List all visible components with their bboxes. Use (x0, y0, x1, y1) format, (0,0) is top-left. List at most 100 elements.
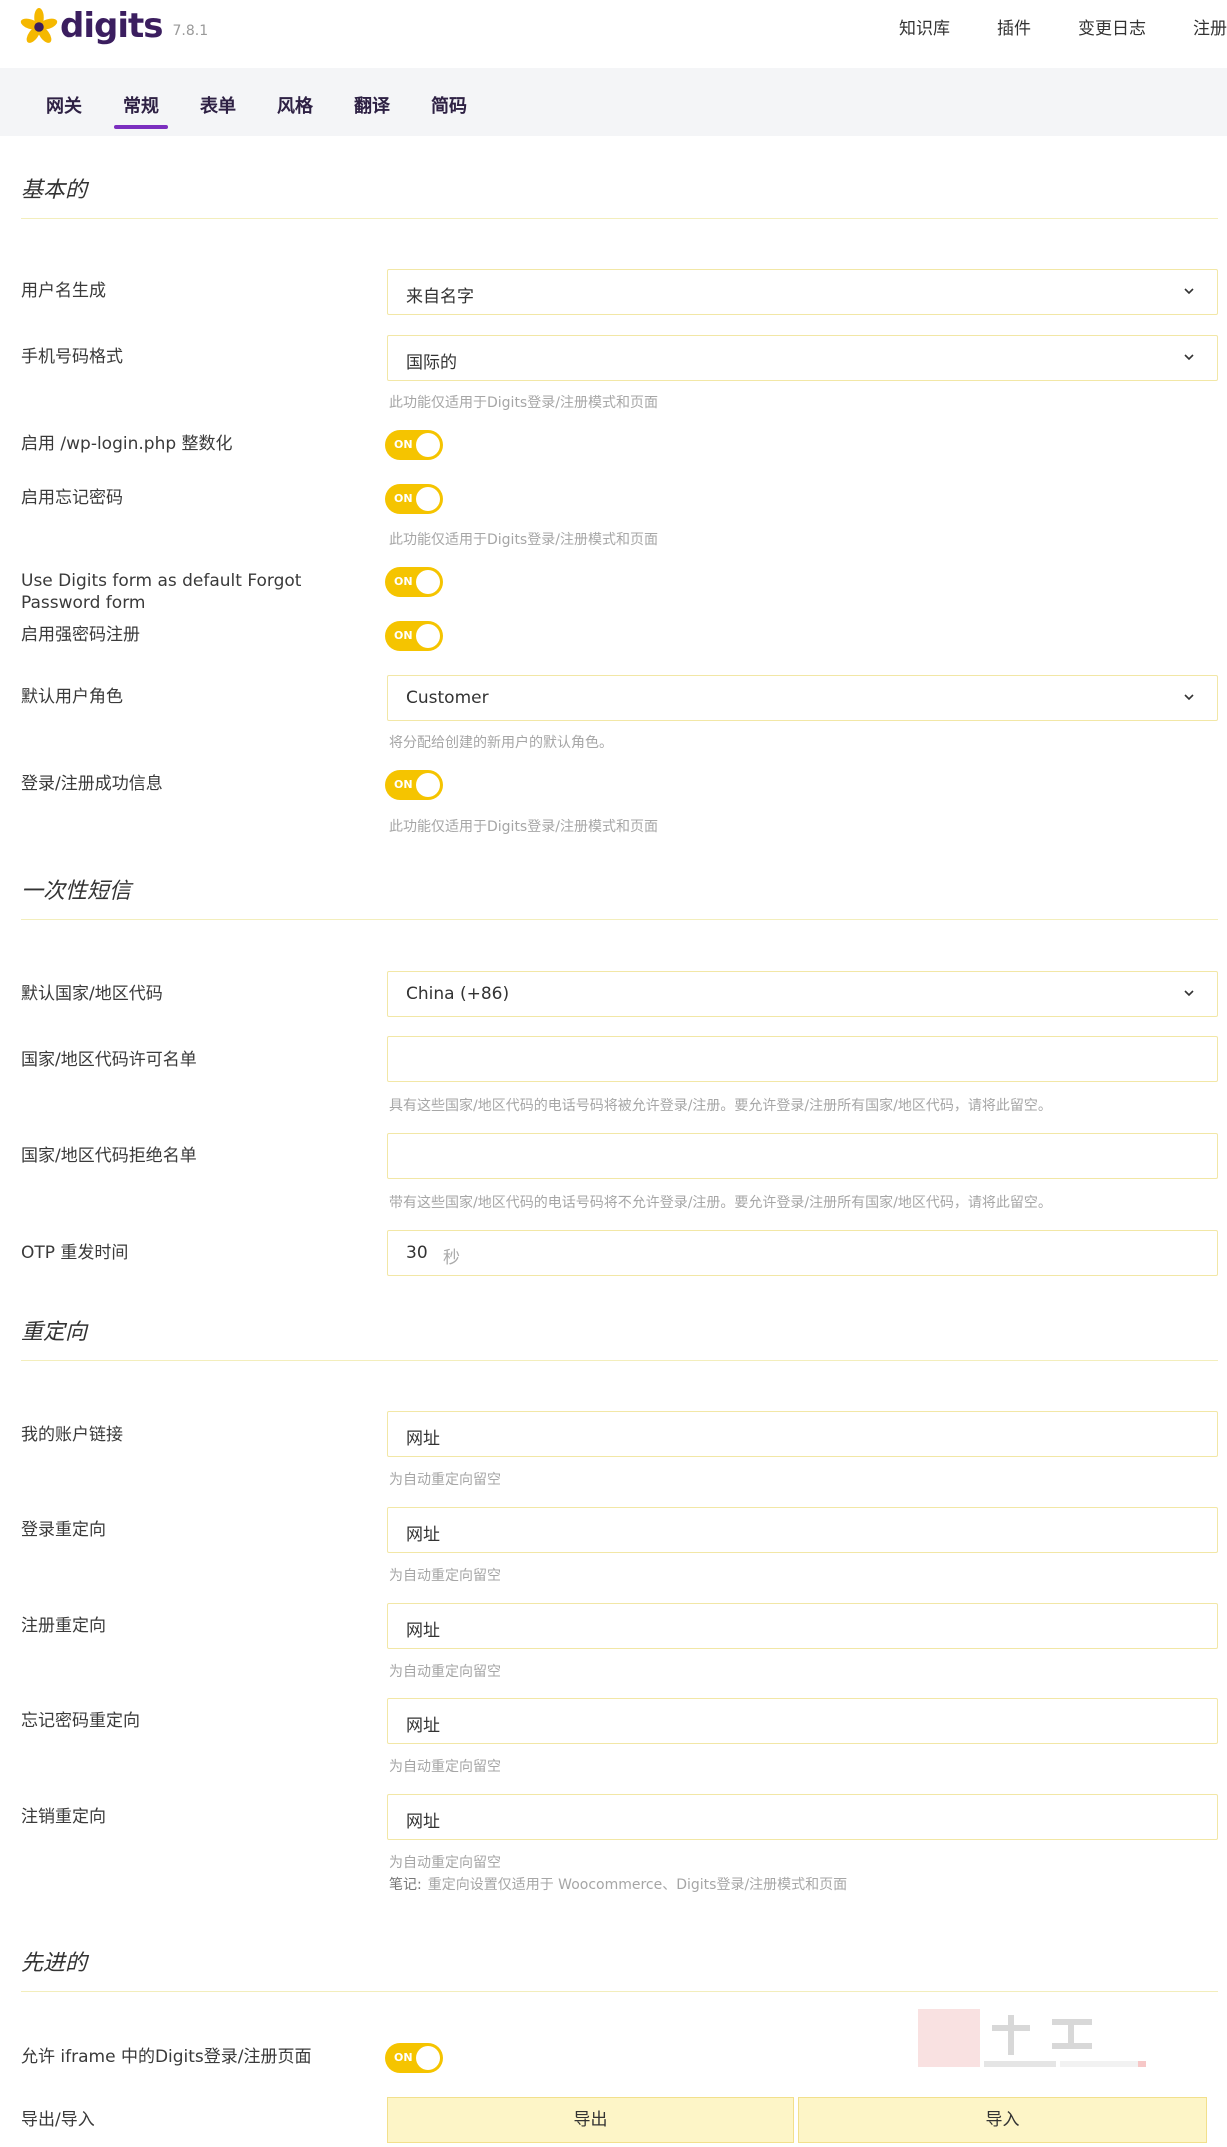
forgot-password-toggle[interactable]: ON (385, 484, 443, 514)
toggle-on-text: ON (394, 492, 413, 505)
register-redirect-hint: 为自动重定向留空 (389, 1664, 501, 1680)
forgot-redirect-input[interactable]: 网址 (387, 1698, 1218, 1744)
success-message-hint: 此功能仅适用于Digits登录/注册模式和页面 (389, 819, 658, 835)
input-placeholder: 网址 (406, 1621, 440, 1641)
register-redirect-label: 注册重定向 (21, 1616, 106, 1636)
seconds-unit: 秒 (443, 1248, 460, 1268)
input-placeholder: 网址 (406, 1429, 440, 1449)
input-value: 30 (406, 1243, 428, 1263)
nav-knowledge-base[interactable]: 知识库 (899, 14, 950, 39)
toggle-knob (416, 773, 440, 797)
forgot-password-hint: 此功能仅适用于Digits登录/注册模式和页面 (389, 532, 658, 548)
star-logo-icon (20, 8, 58, 43)
redirect-note: 笔记: 重定向设置仅适用于 Woocommerce、Digits登录/注册模式和页… (389, 1874, 847, 1894)
chevron-down-icon (1184, 354, 1194, 361)
country-blacklist-input[interactable] (387, 1133, 1218, 1179)
toggle-on-text: ON (394, 629, 413, 642)
my-account-hint: 为自动重定向留空 (389, 1472, 501, 1488)
default-role-hint: 将分配给创建的新用户的默认角色。 (389, 735, 613, 751)
login-redirect-hint: 为自动重定向留空 (389, 1568, 501, 1584)
country-whitelist-input[interactable] (387, 1036, 1218, 1082)
select-value: 来自名字 (406, 287, 474, 307)
strong-password-label: 启用强密码注册 (21, 625, 140, 645)
logo-text: digits (60, 6, 163, 46)
logout-redirect-label: 注销重定向 (21, 1807, 106, 1827)
toggle-knob (416, 2046, 440, 2070)
top-nav: 知识库 插件 变更日志 注册 (899, 14, 1227, 39)
iframe-label: 允许 iframe 中的Digits登录/注册页面 (21, 2047, 312, 2067)
top-header: digits 7.8.1 知识库 插件 变更日志 注册 (0, 0, 1227, 68)
strong-password-toggle[interactable]: ON (385, 621, 443, 651)
version-label: 7.8.1 (172, 23, 209, 39)
tab-translations[interactable]: 翻译 (354, 92, 390, 126)
note-prefix: 笔记: (389, 1877, 422, 1893)
import-button[interactable]: 导入 (798, 2097, 1207, 2143)
toggle-knob (416, 433, 440, 457)
country-whitelist-label: 国家/地区代码许可名单 (21, 1050, 197, 1070)
toggle-knob (416, 624, 440, 648)
tab-style[interactable]: 风格 (277, 92, 313, 126)
default-country-code-select[interactable]: China (+86) (387, 971, 1218, 1017)
tab-shortcodes[interactable]: 简码 (431, 92, 467, 126)
forgot-password-label: 启用忘记密码 (21, 488, 123, 508)
default-role-label: 默认用户角色 (21, 687, 123, 707)
phone-format-hint: 此功能仅适用于Digits登录/注册模式和页面 (389, 395, 658, 411)
otp-resend-label: OTP 重发时间 (21, 1243, 129, 1263)
default-country-code-label: 默认国家/地区代码 (21, 984, 163, 1004)
success-message-toggle[interactable]: ON (385, 770, 443, 800)
input-placeholder: 网址 (406, 1525, 440, 1545)
section-title-redirect: 重定向 (21, 1314, 1218, 1361)
export-button[interactable]: 导出 (387, 2097, 794, 2143)
section-title-otp: 一次性短信 (21, 873, 1218, 920)
input-placeholder: 网址 (406, 1812, 440, 1832)
login-redirect-label: 登录重定向 (21, 1520, 106, 1540)
section-title-advanced: 先进的 (21, 1945, 1218, 1992)
use-digits-forgot-label: Use Digits form as default Forgot Passwo… (21, 571, 302, 613)
wp-login-toggle[interactable]: ON (385, 430, 443, 460)
tab-gateway[interactable]: 网关 (46, 92, 82, 126)
digits-logo[interactable]: digits 7.8.1 (20, 6, 208, 46)
country-whitelist-hint: 具有这些国家/地区代码的电话号码将被允许登录/注册。要允许登录/注册所有国家/地… (389, 1098, 1052, 1114)
phone-format-select[interactable]: 国际的 (387, 335, 1218, 381)
toggle-on-text: ON (394, 778, 413, 791)
chevron-down-icon (1184, 694, 1194, 701)
username-generation-label: 用户名生成 (21, 281, 106, 301)
my-account-url-input[interactable]: 网址 (387, 1411, 1218, 1457)
nav-changelog[interactable]: 变更日志 (1078, 14, 1146, 39)
forgot-redirect-hint: 为自动重定向留空 (389, 1759, 501, 1775)
phone-format-label: 手机号码格式 (21, 347, 123, 367)
settings-tab-bar: 网关 常规 表单 风格 翻译 简码 (0, 68, 1227, 136)
default-role-select[interactable]: Customer (387, 675, 1218, 721)
input-placeholder: 网址 (406, 1716, 440, 1736)
otp-resend-input[interactable]: 30 秒 (387, 1230, 1218, 1276)
logout-redirect-hint: 为自动重定向留空 (389, 1855, 501, 1871)
section-title-basic: 基本的 (21, 172, 1218, 219)
note-text: 重定向设置仅适用于 Woocommerce、Digits登录/注册模式和页面 (427, 1877, 848, 1893)
toggle-on-text: ON (394, 438, 413, 451)
logout-redirect-input[interactable]: 网址 (387, 1794, 1218, 1840)
iframe-toggle[interactable]: ON (385, 2043, 443, 2073)
my-account-link-label: 我的账户链接 (21, 1425, 123, 1445)
register-redirect-input[interactable]: 网址 (387, 1603, 1218, 1649)
watermark-logo (918, 2009, 1146, 2067)
username-generation-select[interactable]: 来自名字 (387, 269, 1218, 315)
chevron-down-icon (1184, 288, 1194, 295)
select-value: 国际的 (406, 353, 457, 373)
success-message-label: 登录/注册成功信息 (21, 774, 163, 794)
wp-login-label: 启用 /wp-login.php 整数化 (21, 434, 233, 454)
select-value: China (+86) (406, 984, 510, 1004)
nav-addons[interactable]: 插件 (997, 14, 1031, 39)
toggle-knob (416, 487, 440, 511)
login-redirect-input[interactable]: 网址 (387, 1507, 1218, 1553)
nav-register[interactable]: 注册 (1193, 14, 1227, 39)
select-value: Customer (406, 688, 489, 708)
export-import-label: 导出/导入 (21, 2110, 95, 2130)
toggle-on-text: ON (394, 575, 413, 588)
chevron-down-icon (1184, 990, 1194, 997)
use-digits-forgot-toggle[interactable]: ON (385, 567, 443, 597)
toggle-on-text: ON (394, 2051, 413, 2064)
tab-forms[interactable]: 表单 (200, 92, 236, 126)
toggle-knob (416, 570, 440, 594)
tab-general[interactable]: 常规 (114, 92, 168, 129)
forgot-redirect-label: 忘记密码重定向 (21, 1711, 140, 1731)
